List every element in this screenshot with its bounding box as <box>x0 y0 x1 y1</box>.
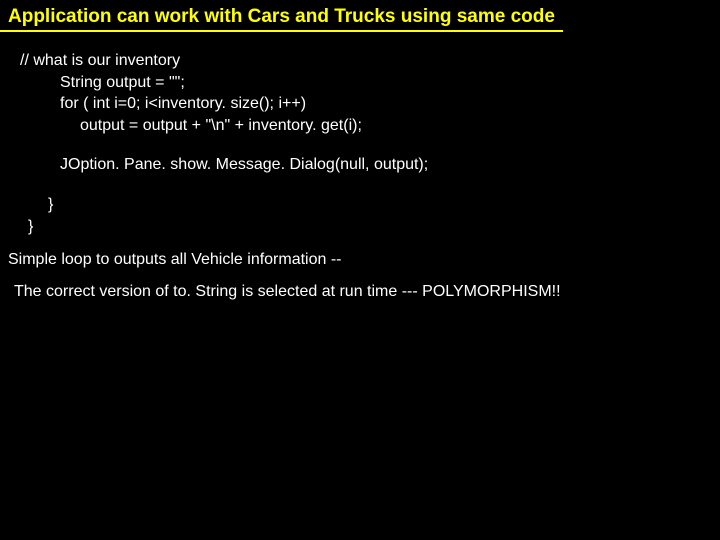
spacer <box>20 176 700 194</box>
description-loop: Simple loop to outputs all Vehicle infor… <box>0 237 720 269</box>
code-line-output-concat: output = output + "\n" + inventory. get(… <box>20 115 700 137</box>
description-polymorphism: The correct version of to. String is sel… <box>0 269 720 301</box>
slide-title: Application can work with Cars and Truck… <box>0 0 563 32</box>
code-block: // what is our inventory String output =… <box>0 50 720 237</box>
title-wrapper: Application can work with Cars and Truck… <box>0 0 720 50</box>
code-line-for: for ( int i=0; i<inventory. size(); i++) <box>20 93 700 115</box>
code-line-output-decl: String output = ""; <box>20 72 700 94</box>
code-line-dialog: JOption. Pane. show. Message. Dialog(nul… <box>20 154 700 176</box>
code-close-brace-inner: } <box>20 194 700 216</box>
slide: Application can work with Cars and Truck… <box>0 0 720 540</box>
code-comment: // what is our inventory <box>20 50 700 72</box>
code-close-brace-outer: } <box>20 216 700 238</box>
spacer <box>20 136 700 154</box>
